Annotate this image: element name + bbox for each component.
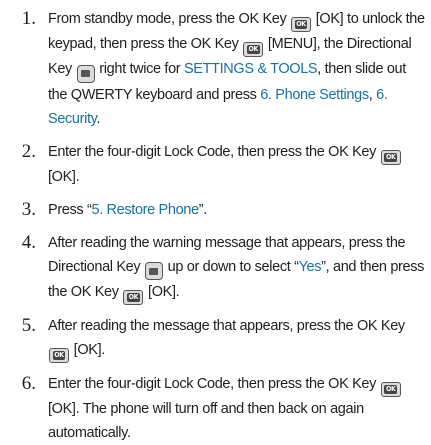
- step-item: 2. Enter the four-digit Lock Code, then p…: [0, 140, 431, 189]
- step-item: 5. After reading the message that appears…: [0, 314, 431, 363]
- ok-key-icon: OK: [49, 348, 69, 363]
- highlighted-term: 5. Restore Phone: [91, 201, 199, 218]
- highlighted-term: SETTINGS & TOOLS: [183, 61, 318, 77]
- ok-key-icon: OK: [380, 149, 401, 165]
- step-text-segment: [OK].: [70, 342, 106, 358]
- step-item: 4. After reading the warning message that…: [0, 231, 431, 305]
- step-text-segment: ”.: [198, 201, 208, 218]
- step-text: Enter the four-digit Lock Code, then pre…: [48, 372, 431, 445]
- step-text-segment: Press “: [48, 201, 92, 218]
- step-number: 2.: [21, 140, 36, 162]
- step-item: 3. Press “5. Restore Phone”.: [0, 198, 431, 222]
- highlighted-term: Yes: [298, 258, 322, 275]
- step-text-segment: [OK]. The phone will turn off and then b…: [48, 401, 364, 441]
- highlighted-term: 6. Phone Settings: [260, 86, 369, 103]
- step-text: After reading the warning message that a…: [48, 231, 431, 305]
- step-text: Press “5. Restore Phone”.: [48, 198, 431, 222]
- step-number: 6.: [21, 373, 36, 394]
- step-item: 6. Enter the four-digit Lock Code, then p…: [0, 372, 431, 445]
- step-text-segment: ,: [368, 86, 377, 103]
- step-text: From standby mode, press the OK Key OK […: [48, 7, 431, 131]
- step-item: 1. From standby mode, press the OK Key OK…: [0, 7, 431, 131]
- step-text-segment: .: [96, 110, 101, 127]
- step-text-segment: After reading the message that appears, …: [48, 318, 405, 334]
- directional-key-icon: [144, 262, 163, 280]
- step-text-segment: From standby mode, press the OK Key: [48, 11, 291, 27]
- step-text-segment: [OK].: [48, 168, 80, 185]
- step-number: 5.: [21, 315, 36, 336]
- ok-key-icon: OK: [123, 290, 144, 305]
- step-text: Enter the four-digit Lock Code, then pre…: [48, 140, 431, 189]
- step-text-segment: [OK].: [144, 284, 180, 300]
- ok-key-icon: OK: [380, 382, 401, 397]
- instruction-steps: 1. From standby mode, press the OK Key OK…: [0, 0, 431, 445]
- step-text-segment: Enter the four-digit Lock Code, then pre…: [48, 376, 380, 392]
- ok-key-icon: OK: [243, 42, 264, 57]
- directional-key-icon: [76, 64, 95, 83]
- step-text-segment: up or down to select “: [163, 258, 299, 275]
- step-text-segment: right twice for: [95, 61, 184, 77]
- step-number: 3.: [21, 198, 36, 220]
- step-number: 1.: [21, 8, 36, 29]
- step-number: 4.: [21, 231, 36, 253]
- ok-key-icon: OK: [291, 17, 312, 32]
- step-text: After reading the message that appears, …: [48, 314, 431, 363]
- step-text-segment: Enter the four-digit Lock Code, then pre…: [48, 143, 380, 160]
